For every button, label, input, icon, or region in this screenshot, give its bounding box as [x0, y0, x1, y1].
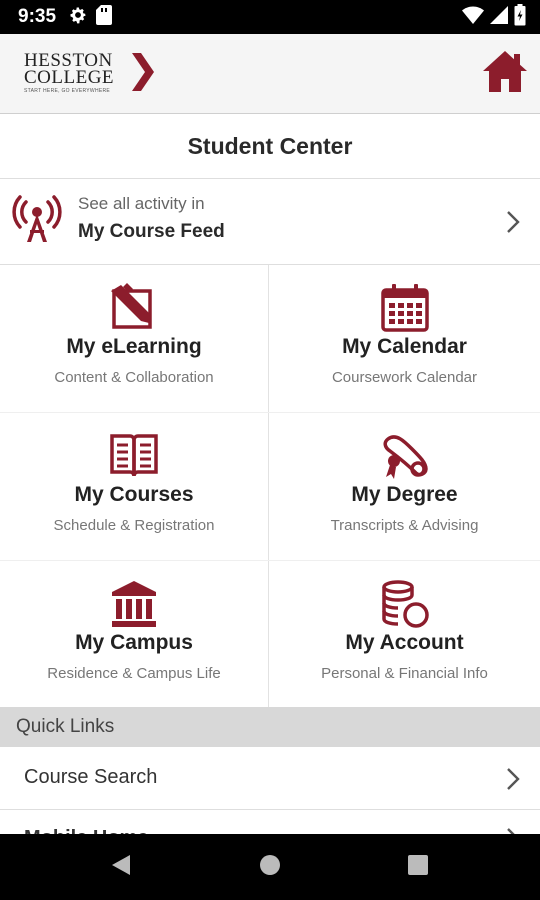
quick-link-course-search[interactable]: Course Search [0, 748, 540, 810]
tile-my-account[interactable]: My Account Personal & Financial Info [269, 561, 540, 708]
cell-signal-icon [490, 5, 508, 29]
home-circle-icon [259, 854, 281, 881]
tile-title: My Campus [75, 631, 193, 654]
chevron-right-icon [506, 767, 520, 796]
quick-link-label: Course Search [24, 766, 158, 788]
tile-my-campus[interactable]: My Campus Residence & Campus Life [0, 561, 268, 708]
tile-title: My Degree [351, 483, 458, 506]
tile-my-calendar[interactable]: My Calendar Coursework Calendar [269, 265, 540, 412]
tile-my-degree[interactable]: My Degree Transcripts & Advising [269, 413, 540, 560]
chevron-right-icon [506, 210, 520, 239]
tile-title: My eLearning [66, 335, 202, 358]
tile-title: My Courses [74, 483, 194, 506]
settings-gear-icon [68, 5, 88, 30]
course-feed-row[interactable]: See all activity in My Course Feed [0, 180, 540, 265]
tile-subtitle: Personal & Financial Info [321, 665, 488, 682]
status-bar: 9:35 [0, 0, 540, 34]
nav-recents-button[interactable] [403, 852, 433, 882]
recents-square-icon [407, 854, 429, 881]
building-icon [109, 579, 159, 629]
tile-my-elearning[interactable]: My eLearning Content & Collaboration [0, 265, 268, 412]
tile-subtitle: Transcripts & Advising [330, 517, 479, 534]
battery-icon [514, 3, 526, 31]
page-title-bar: Student Center [0, 114, 540, 179]
nav-home-button[interactable] [255, 852, 285, 882]
page-title: Student Center [187, 132, 353, 159]
quick-links-label: Quick Links [16, 716, 115, 737]
hesston-college-logo[interactable]: HESSTON COLLEGE START HERE, GO EVERYWHER… [24, 51, 164, 98]
nav-back-button[interactable] [106, 852, 136, 882]
tile-title: My Account [345, 631, 464, 654]
coins-icon [380, 579, 430, 629]
home-icon [482, 49, 528, 98]
sd-card-icon [96, 4, 113, 30]
tile-subtitle: Residence & Campus Life [47, 665, 221, 682]
feed-subtitle: See all activity in [78, 194, 205, 213]
tile-subtitle: Schedule & Registration [53, 517, 215, 534]
system-nav-bar [0, 834, 540, 900]
status-time: 9:35 [18, 6, 57, 27]
back-triangle-icon [110, 853, 132, 882]
quick-link-mobile-home[interactable]: Mobile Home [0, 811, 540, 836]
tile-my-courses[interactable]: My Courses Schedule & Registration [0, 413, 268, 560]
book-icon [109, 431, 159, 481]
tile-subtitle: Coursework Calendar [331, 369, 478, 386]
diploma-icon [380, 431, 430, 481]
tile-title: My Calendar [342, 335, 467, 358]
broadcast-tower-icon [12, 194, 62, 249]
wifi-icon [462, 6, 484, 29]
elearning-pencil-icon [109, 283, 159, 333]
app-header: HESSTON COLLEGE START HERE, GO EVERYWHER… [0, 34, 540, 114]
feed-title: My Course Feed [78, 221, 225, 242]
tiles-grid: My eLearning Content & Collaboration My … [0, 265, 540, 707]
calendar-icon [380, 283, 430, 333]
quick-links-header: Quick Links [0, 707, 540, 747]
logo-chevron-icon [132, 53, 154, 96]
tile-subtitle: Content & Collaboration [54, 369, 214, 386]
home-button[interactable] [480, 48, 530, 98]
